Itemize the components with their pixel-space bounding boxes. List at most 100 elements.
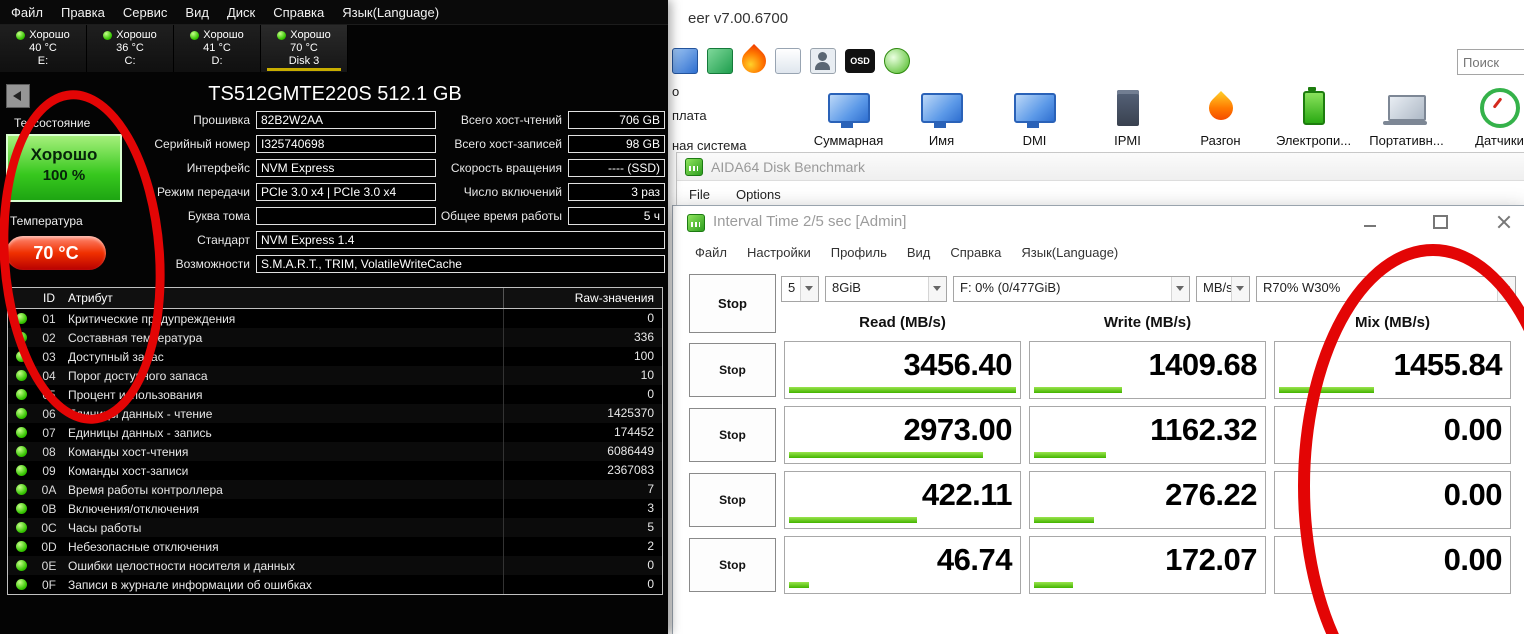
menu-item[interactable]: Вид xyxy=(897,245,941,260)
smart-row: 0C Часы работы 5 xyxy=(8,518,662,537)
stop-button[interactable]: Stop xyxy=(689,538,776,592)
tab-status: Хорошо xyxy=(116,29,157,41)
laptop-icon xyxy=(1360,86,1453,130)
maximize-icon xyxy=(1432,215,1448,229)
menu-item[interactable]: Справка xyxy=(264,5,333,20)
battery-icon xyxy=(1267,86,1360,130)
device-field: Число включений 3 раз xyxy=(0,182,668,206)
report-icon[interactable] xyxy=(775,48,801,74)
disk-benchmark-window: AIDA64 Disk Benchmark File Options xyxy=(676,152,1524,210)
menu-item[interactable]: Язык(Language) xyxy=(333,5,448,20)
chevron-down-icon xyxy=(1497,277,1515,301)
tab-status: Хорошо xyxy=(203,29,244,41)
combo-box[interactable]: MB/s xyxy=(1196,276,1250,302)
combo-box[interactable]: R70% W30% xyxy=(1256,276,1516,302)
smart-attribute: Команды хост-чтения xyxy=(68,444,189,459)
category-label: Датчики xyxy=(1475,133,1524,148)
osd-icon[interactable]: OSD xyxy=(845,49,875,73)
status-ok-icon xyxy=(277,30,287,40)
user-icon[interactable] xyxy=(810,48,836,74)
menu-item[interactable]: Файл xyxy=(685,245,737,260)
smart-status-cell xyxy=(8,351,34,362)
combo-value: 5 xyxy=(788,280,796,295)
menu-item[interactable]: Диск xyxy=(218,5,264,20)
mix-value: 0.00 xyxy=(1443,412,1503,447)
drive-tab[interactable]: Хорошо 36 °C C: xyxy=(87,25,174,72)
smart-status-cell xyxy=(8,389,34,400)
field-label: Число включений xyxy=(463,185,562,199)
smart-id: 07 xyxy=(42,425,56,440)
tab-drive: Disk 3 xyxy=(288,55,320,67)
smart-raw-value: 336 xyxy=(503,328,662,347)
column-header: Mix (MB/s) xyxy=(1355,314,1430,331)
smart-row: 0D Небезопасные отключения 2 xyxy=(8,537,662,556)
progress-bar xyxy=(789,517,918,523)
combo-box[interactable]: 8GiB xyxy=(825,276,947,302)
smart-attribute: Единицы данных - чтение xyxy=(68,406,213,421)
benchmark-row: Stop 3456.40 1409.68 1455.84 xyxy=(673,341,1524,399)
category-item[interactable]: Электропи... xyxy=(1267,86,1360,148)
interval-time-window: Interval Time 2/5 sec [Admin] Файл Настро… xyxy=(672,205,1524,634)
menu-item[interactable]: Язык(Language) xyxy=(1011,245,1128,260)
write-value: 172.07 xyxy=(1165,542,1257,577)
disk-info-menubar: Файл Правка Сервис Вид Диск Справка Язык(Langu… xyxy=(0,0,668,25)
category-item[interactable]: Суммарная xyxy=(802,86,895,148)
stop-button[interactable]: Stop xyxy=(689,343,776,397)
back-button[interactable] xyxy=(6,84,30,108)
category-item[interactable]: IPMI xyxy=(1081,86,1174,148)
mix-value: 0.00 xyxy=(1443,477,1503,512)
interval-window-title: Interval Time 2/5 sec [Admin] xyxy=(713,213,907,230)
stop-button[interactable]: Stop xyxy=(689,473,776,527)
sensor-icon[interactable] xyxy=(884,48,910,74)
read-cell: 3456.40 xyxy=(784,341,1021,399)
field-label: Общее время работы xyxy=(440,209,562,223)
close-button[interactable] xyxy=(1489,212,1519,232)
drive-tab[interactable]: Хорошо 40 °C E: xyxy=(0,25,87,72)
menu-item[interactable]: Вид xyxy=(176,5,218,20)
chevron-down-icon xyxy=(800,277,818,301)
combo-value: 8GiB xyxy=(832,280,861,295)
menu-item[interactable]: Options xyxy=(736,187,781,202)
devices-icon[interactable] xyxy=(707,48,733,74)
flame-icon[interactable] xyxy=(737,44,771,78)
category-item[interactable]: DMI xyxy=(988,86,1081,148)
write-cell: 1162.32 xyxy=(1029,406,1266,464)
column-header: Read (MB/s) xyxy=(859,314,946,331)
drive-tab[interactable]: Хорошо 70 °C Disk 3 xyxy=(261,25,348,72)
disk-benchmark-titlebar: AIDA64 Disk Benchmark xyxy=(677,153,1524,181)
smart-raw-value: 0 xyxy=(503,309,662,328)
menu-item[interactable]: Правка xyxy=(52,5,114,20)
category-item[interactable]: Разгон xyxy=(1174,86,1267,148)
search-input[interactable] xyxy=(1458,50,1524,74)
category-item[interactable]: Портативн... xyxy=(1360,86,1453,148)
stop-button[interactable]: Stop xyxy=(689,408,776,462)
drive-tab[interactable]: Хорошо 41 °C D: xyxy=(174,25,261,72)
computer-icon[interactable] xyxy=(672,48,698,74)
menu-item[interactable]: Профиль xyxy=(821,245,897,260)
combo-box[interactable]: 5 xyxy=(781,276,819,302)
category-label: Электропи... xyxy=(1275,133,1352,148)
status-ok-icon xyxy=(15,522,27,533)
mix-cell: 0.00 xyxy=(1274,536,1511,594)
monitor-icon xyxy=(802,86,895,130)
menu-item[interactable]: Сервис xyxy=(114,5,177,20)
smart-row: 07 Единицы данных - запись 174452 xyxy=(8,423,662,442)
category-icons-row: Суммарная Имя DMI IPMI Разгон Электропи... Пор… xyxy=(802,86,1524,148)
maximize-button[interactable] xyxy=(1425,212,1455,232)
smart-id: 0A xyxy=(41,482,57,497)
write-value: 1409.68 xyxy=(1148,347,1257,382)
status-ok-icon xyxy=(15,408,27,419)
category-item[interactable]: Имя xyxy=(895,86,988,148)
smart-attribute: Ошибки целостности носителя и данных xyxy=(68,558,296,573)
status-ok-icon xyxy=(15,579,27,590)
menu-item[interactable]: Настройки xyxy=(737,245,821,260)
category-item[interactable]: Датчики xyxy=(1453,86,1524,148)
flame-icon xyxy=(1174,86,1267,130)
minimize-button[interactable] xyxy=(1355,212,1385,232)
smart-id: 0F xyxy=(41,577,56,592)
menu-item[interactable]: Файл xyxy=(2,5,52,20)
status-ok-icon xyxy=(15,332,27,343)
menu-item[interactable]: Справка xyxy=(940,245,1011,260)
menu-item[interactable]: File xyxy=(689,187,710,202)
combo-box[interactable]: F: 0% (0/477GiB) xyxy=(953,276,1190,302)
